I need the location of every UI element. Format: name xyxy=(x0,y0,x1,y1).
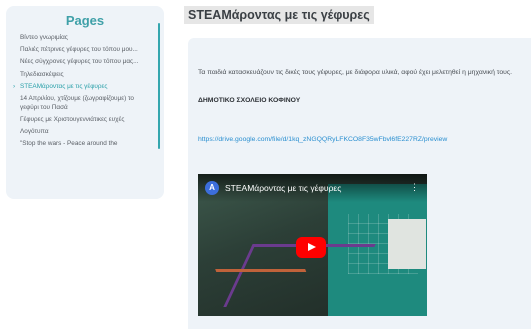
description-text: Τα παιδιά κατασκευάζουν τις δικές τους γ… xyxy=(198,69,512,76)
channel-avatar[interactable]: A xyxy=(205,181,219,195)
nav-item-teleconferences[interactable]: Τηλεδιασκέψεις xyxy=(20,71,154,80)
more-options-icon[interactable]: ⋮ xyxy=(410,180,419,194)
pages-sidebar: Pages Βίντεο γνωριμίας Παλιές πέτρινες γ… xyxy=(6,6,164,199)
school-name: ΔΗΜΟΤΙΚΟ ΣΧΟΛΕΙΟ ΚΟΦΙΝΟΥ xyxy=(198,97,301,104)
nav-item-new-bridges[interactable]: Νέες σύγχρονες γέφυρες του τόπου μας... xyxy=(20,58,154,67)
nav-item-steam-label: STEAMάροντας με τις γέφυρες xyxy=(20,82,108,90)
chevron-right-icon: › xyxy=(13,82,16,90)
youtube-video-embed[interactable]: A STEAMάροντας με τις γέφυρες ⋮ xyxy=(198,174,427,316)
nav-item-video[interactable]: Βίντεο γνωριμίας xyxy=(20,34,154,43)
nav-item-april-14[interactable]: 14 Απριλίου, χτίζουμε (ζωγραφίζουμε) το … xyxy=(20,95,154,112)
video-scene-bridge-2 xyxy=(215,269,321,312)
play-button-icon[interactable] xyxy=(296,237,326,258)
pages-title: Pages xyxy=(65,13,105,28)
nav-scroll-indicator xyxy=(158,23,160,149)
video-scene-panel xyxy=(388,219,426,269)
page-title: STEAMάροντας με τις γέφυρες xyxy=(184,6,374,24)
pages-nav: Βίντεο γνωριμίας Παλιές πέτρινες γέφυρες… xyxy=(6,34,164,149)
drive-link[interactable]: https://drive.google.com/file/d/1kq_zNGQ… xyxy=(198,136,531,143)
nav-item-logos[interactable]: Λογότυπα xyxy=(20,128,154,137)
nav-item-christmas-bridges[interactable]: Γέφυρες με Χριστουγεννιάτικες ευχές xyxy=(20,116,154,125)
nav-item-old-bridges[interactable]: Παλιές πέτρινες γέφυρες του τόπου μου... xyxy=(20,46,154,55)
video-title[interactable]: STEAMάροντας με τις γέφυρες xyxy=(225,181,341,195)
nav-item-steam-active[interactable]: › STEAMάροντας με τις γέφυρες xyxy=(13,82,154,92)
nav-item-stop-the-wars[interactable]: "Stop the wars - Peace around the xyxy=(20,140,154,149)
